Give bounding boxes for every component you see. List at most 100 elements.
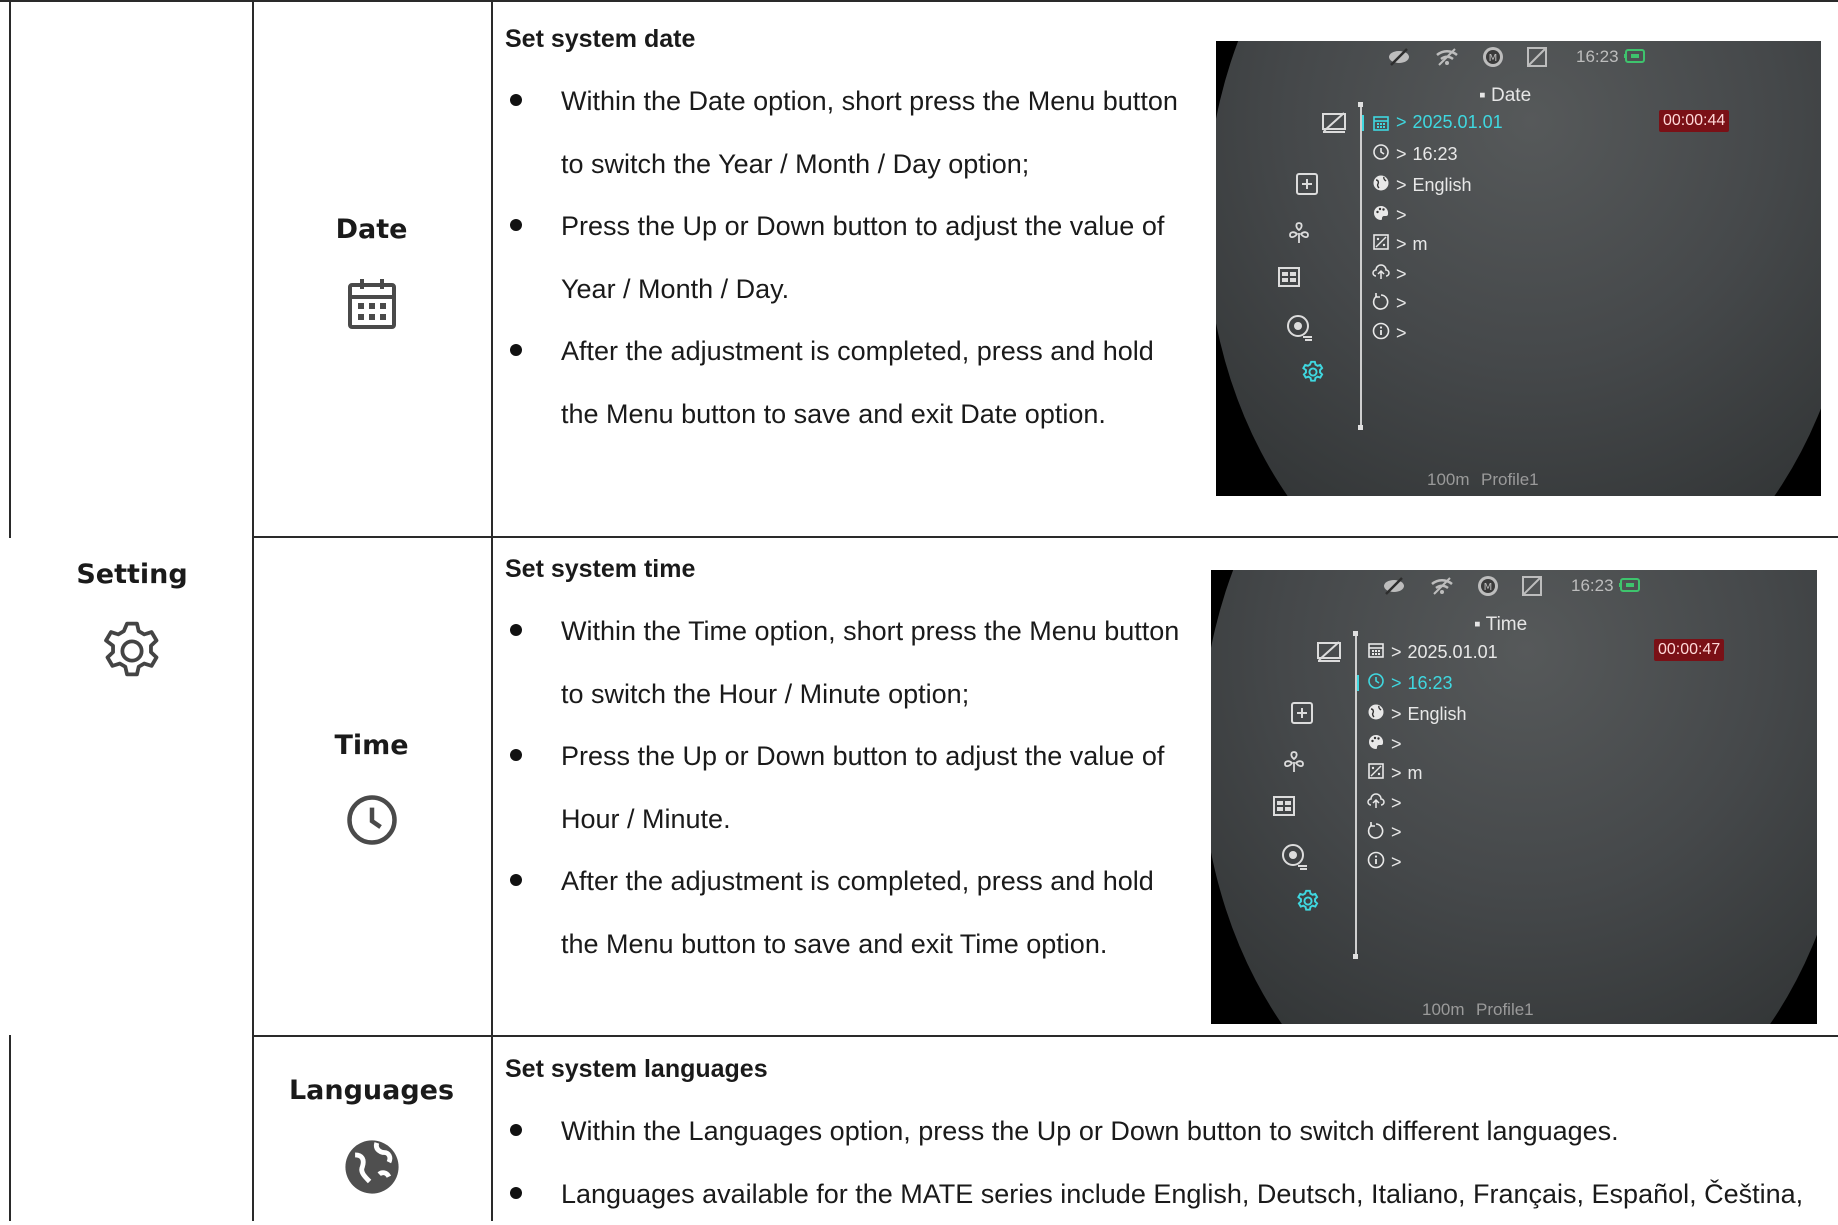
status-clock: 16:23	[1576, 47, 1619, 67]
languages-step-1: Within the Languages option, press the U…	[505, 1100, 1835, 1163]
calendar-small-icon	[1372, 114, 1390, 132]
track-bottom-dot	[1353, 954, 1358, 959]
menu-value-time: 16:23	[1408, 673, 1453, 694]
track-top-dot	[1358, 102, 1363, 107]
menu-item-units[interactable]: > m	[1372, 233, 1428, 256]
menu-item-units[interactable]: > m	[1367, 762, 1423, 785]
languages-heading: Set system languages	[505, 1050, 1835, 1100]
menu-item-palette[interactable]: >	[1367, 733, 1402, 756]
track-bottom-dot	[1358, 425, 1363, 430]
chevron-right-icon: >	[1396, 234, 1407, 255]
recording-timer: 00:00:44	[1659, 110, 1729, 132]
chevron-right-icon: >	[1396, 323, 1407, 344]
languages-step-2: Languages available for the MATE series …	[505, 1163, 1835, 1225]
reset-icon	[1367, 821, 1385, 844]
date-heading: Set system date	[505, 20, 1195, 70]
row-divider-date-time	[252, 536, 1838, 538]
propeller-icon	[1281, 748, 1307, 774]
menu-title: ▪ Time	[1474, 614, 1527, 636]
time-step-3: After the adjustment is completed, press…	[505, 850, 1195, 975]
menu-item-reset[interactable]: >	[1372, 292, 1407, 315]
menu-value-units: m	[1413, 234, 1428, 255]
display-off-icon	[1316, 640, 1342, 664]
grid-icon	[1277, 266, 1301, 288]
time-instructions: Within the Time option, short press the …	[505, 600, 1195, 975]
settings-active-icon	[1300, 359, 1326, 385]
row-label-date: Date	[252, 214, 491, 245]
menu-item-date[interactable]: > 2025.01.01	[1367, 641, 1498, 664]
chevron-right-icon: >	[1391, 822, 1402, 843]
date-content: Set system date Within the Date option, …	[505, 20, 1195, 445]
visibility-off-icon	[1386, 47, 1412, 67]
scope-view	[1211, 570, 1817, 1024]
display-off-icon	[1321, 111, 1347, 135]
menu-value-date: 2025.01.01	[1413, 112, 1503, 133]
chevron-right-icon: >	[1391, 793, 1402, 814]
time-step-2: Press the Up or Down button to adjust th…	[505, 725, 1195, 850]
date-step-1: Within the Date option, short press the …	[505, 70, 1195, 195]
recording-timer: 00:00:47	[1654, 639, 1724, 661]
date-device-screenshot: M 16:23 ▪ Date 00:00:44 > 2025.01.01 > 1…	[1216, 41, 1821, 496]
track-top-dot	[1353, 631, 1358, 636]
target-icon	[1285, 313, 1313, 341]
languages-instructions: Within the Languages option, press the U…	[505, 1100, 1835, 1225]
date-step-2: Press the Up or Down button to adjust th…	[505, 195, 1195, 320]
menu-item-info[interactable]: >	[1372, 322, 1407, 345]
mode-m-icon: M	[1477, 575, 1499, 597]
chevron-right-icon: >	[1396, 205, 1407, 226]
cloud-upload-icon	[1367, 792, 1385, 815]
menu-item-time[interactable]: > 16:23	[1367, 672, 1453, 695]
footer-profile: Profile1	[1481, 470, 1539, 490]
chevron-right-icon: >	[1396, 175, 1407, 196]
status-clock: 16:23	[1571, 576, 1614, 596]
wifi-off-icon	[1429, 576, 1455, 596]
cloud-upload-icon	[1372, 263, 1390, 286]
battery-icon	[1624, 49, 1646, 63]
category-label: Setting	[12, 559, 252, 590]
units-icon	[1367, 762, 1385, 785]
reset-icon	[1372, 292, 1390, 315]
visibility-off-icon	[1381, 576, 1407, 596]
menu-value-language: English	[1413, 175, 1472, 196]
footer-range: 100m	[1422, 1000, 1465, 1020]
menu-item-info[interactable]: >	[1367, 851, 1402, 874]
mode-m-icon: M	[1482, 46, 1504, 68]
languages-content: Set system languages Within the Language…	[505, 1050, 1835, 1225]
clock-small-icon	[1367, 672, 1385, 695]
calendar-small-icon	[1367, 641, 1385, 664]
menu-value-time: 16:23	[1413, 144, 1458, 165]
chevron-right-icon: >	[1391, 734, 1402, 755]
target-icon	[1280, 842, 1308, 870]
chevron-right-icon: >	[1396, 112, 1407, 133]
clock-small-icon	[1372, 143, 1390, 166]
gyro-off-icon	[1526, 46, 1548, 68]
table-top-border	[0, 0, 1838, 2]
row-divider-time-languages	[252, 1035, 1838, 1037]
menu-item-language[interactable]: > English	[1367, 703, 1467, 726]
globe-small-icon	[1372, 174, 1390, 197]
clock-icon	[345, 793, 399, 852]
add-box-icon	[1290, 701, 1314, 725]
info-icon	[1367, 851, 1385, 874]
chevron-right-icon: >	[1391, 763, 1402, 784]
menu-item-upload[interactable]: >	[1367, 792, 1402, 815]
menu-title-text: Time	[1486, 614, 1528, 635]
info-icon	[1372, 322, 1390, 345]
menu-item-palette[interactable]: >	[1372, 204, 1407, 227]
footer-range: 100m	[1427, 470, 1470, 490]
chevron-right-icon: >	[1391, 852, 1402, 873]
menu-title-text: Date	[1491, 85, 1531, 106]
battery-icon	[1619, 578, 1641, 592]
chevron-right-icon: >	[1396, 264, 1407, 285]
menu-value-date: 2025.01.01	[1408, 642, 1498, 663]
menu-item-reset[interactable]: >	[1367, 821, 1402, 844]
menu-item-language[interactable]: > English	[1372, 174, 1472, 197]
row-label-time: Time	[252, 730, 491, 761]
menu-item-date[interactable]: > 2025.01.01	[1372, 112, 1503, 133]
menu-item-time[interactable]: > 16:23	[1372, 143, 1458, 166]
units-icon	[1372, 233, 1390, 256]
calendar-icon	[346, 277, 398, 336]
add-box-icon	[1295, 172, 1319, 196]
chevron-right-icon: >	[1396, 144, 1407, 165]
menu-item-upload[interactable]: >	[1372, 263, 1407, 286]
